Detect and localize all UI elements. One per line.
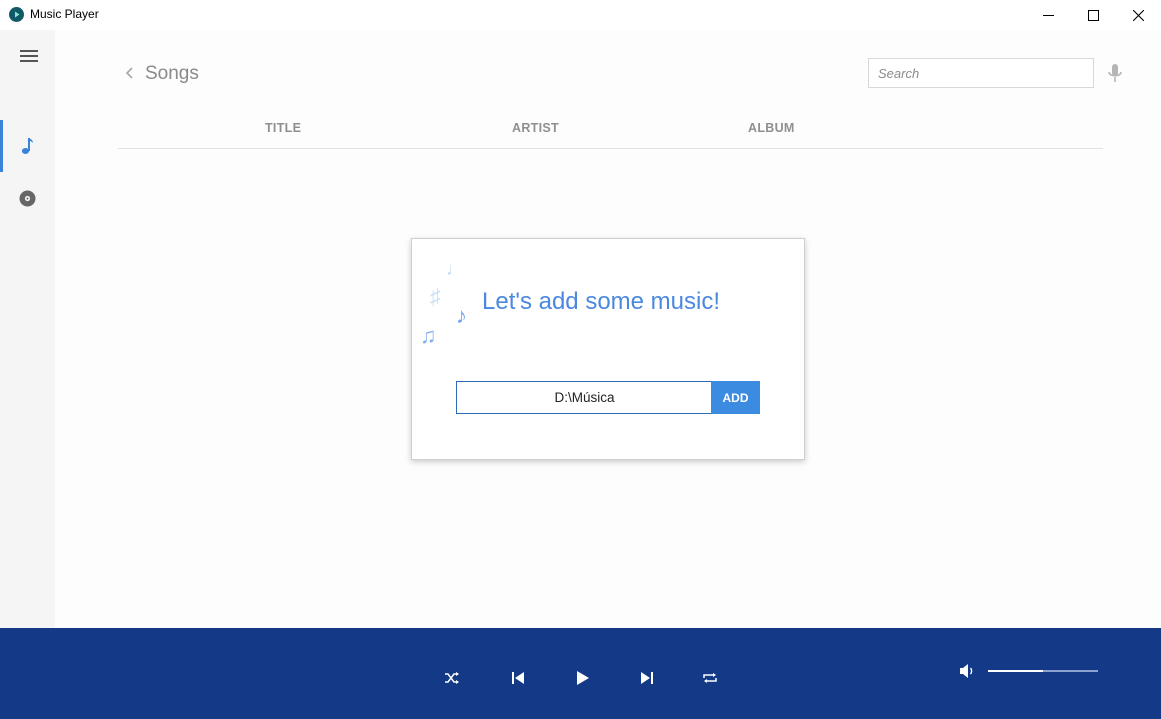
chevron-left-icon[interactable]: [123, 64, 137, 82]
shuffle-button[interactable]: [440, 666, 464, 690]
sidebar: [0, 30, 55, 628]
shuffle-icon: [445, 672, 459, 684]
header-divider: [118, 148, 1103, 149]
music-note-icon: ♩: [446, 259, 464, 279]
next-icon: [641, 672, 653, 684]
disc-icon: [19, 190, 36, 206]
column-header-title[interactable]: TITLE: [265, 121, 301, 135]
hamburger-icon[interactable]: [20, 50, 38, 64]
sidebar-item-songs[interactable]: [0, 120, 55, 172]
maximize-icon: [1087, 9, 1099, 21]
minimize-icon: [1042, 14, 1054, 16]
title-bar: Music Player: [0, 0, 1161, 30]
sharp-icon: ♯: [430, 284, 441, 309]
previous-icon: [512, 672, 524, 684]
add-music-dialog: ♩ ♯ ♪ ♫ Let's add some music! ADD: [411, 238, 805, 460]
volume-slider[interactable]: [988, 670, 1098, 672]
column-header-album[interactable]: ALBUM: [748, 121, 795, 135]
column-header-artist[interactable]: ARTIST: [512, 121, 559, 135]
active-indicator: [0, 120, 3, 172]
player-bar: [0, 628, 1161, 719]
play-button[interactable]: [571, 666, 595, 690]
close-icon: [1132, 9, 1144, 21]
folder-path-input[interactable]: [456, 381, 713, 414]
next-button[interactable]: [635, 666, 659, 690]
microphone-icon[interactable]: [1105, 62, 1125, 86]
add-button[interactable]: ADD: [711, 381, 760, 414]
maximize-button[interactable]: [1070, 0, 1116, 30]
dialog-heading: Let's add some music!: [482, 288, 721, 315]
page-title: Songs: [145, 63, 199, 84]
close-button[interactable]: [1115, 0, 1161, 30]
minimize-button[interactable]: [1025, 0, 1071, 30]
window-title: Music Player: [30, 7, 99, 21]
music-note-icon: [21, 138, 33, 154]
volume-icon[interactable]: [958, 662, 976, 680]
repeat-icon: [703, 673, 717, 683]
search-input[interactable]: [868, 58, 1094, 88]
sidebar-item-albums[interactable]: [0, 172, 55, 224]
play-icon: [577, 671, 589, 685]
music-note-icon: ♪: [456, 303, 467, 328]
play-circle-icon: [9, 7, 24, 22]
volume-slider-fill: [988, 670, 1043, 672]
beamed-notes-icon: ♫: [420, 323, 437, 348]
main-content: Songs TITLE ARTIST ALBUM ♩ ♯ ♪ ♫ Let's a…: [55, 30, 1161, 628]
previous-button[interactable]: [506, 666, 530, 690]
repeat-button[interactable]: [698, 666, 722, 690]
